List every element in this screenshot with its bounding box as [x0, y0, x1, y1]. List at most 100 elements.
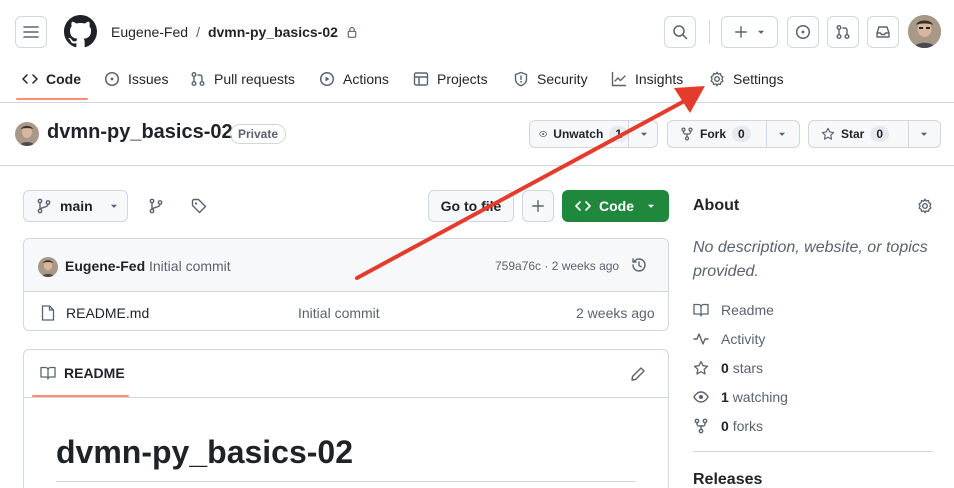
branch-icon [149, 198, 163, 214]
triangle-down-icon [647, 204, 655, 208]
about-stars-link[interactable]: 0 stars [693, 353, 933, 382]
tab-issues[interactable]: Issues [104, 59, 168, 99]
tab-projects[interactable]: Projects [413, 59, 488, 99]
about-settings-button[interactable] [917, 198, 933, 214]
title-bottom-border [0, 165, 954, 166]
tab-pull-requests-label: Pull requests [214, 71, 295, 87]
code-button-label: Code [599, 198, 634, 214]
tab-security[interactable]: Security [513, 59, 588, 99]
gear-icon [710, 71, 724, 87]
breadcrumb-repo[interactable]: dvmn-py_basics-02 [208, 24, 338, 40]
unwatch-button[interactable]: Unwatch 1 [529, 120, 658, 148]
about-watching-link[interactable]: 1 watching [693, 382, 933, 411]
commit-hash-time[interactable]: 759a76c · 2 weeks ago [495, 259, 619, 273]
commit-author-avatar[interactable] [38, 257, 58, 277]
repo-owner-avatar[interactable] [15, 122, 39, 146]
tab-projects-label: Projects [437, 71, 488, 87]
plus-icon [532, 200, 544, 212]
repo-title[interactable]: dvmn-py_basics-02 [47, 121, 233, 144]
pulse-icon [693, 332, 709, 345]
plus-icon [734, 26, 747, 38]
search-button[interactable] [664, 16, 696, 48]
commit-history-button[interactable] [631, 257, 647, 273]
code-icon [575, 201, 591, 211]
about-list: Readme Activity 0 stars 1 watching 0 for… [693, 295, 933, 440]
tab-pull-requests[interactable]: Pull requests [190, 59, 295, 99]
tab-code-underline [16, 98, 88, 100]
readme-header-border [24, 397, 668, 398]
forks-label: forks [732, 417, 764, 434]
about-activity-link[interactable]: Activity [693, 324, 933, 353]
readme-tab-label: README [64, 365, 125, 381]
breadcrumb-owner[interactable]: Eugene-Fed [111, 24, 188, 40]
tag-icon [191, 198, 207, 214]
code-dropdown-button[interactable]: Code [562, 190, 669, 222]
user-avatar[interactable] [908, 15, 941, 48]
branch-name: main [60, 198, 93, 214]
tab-settings[interactable]: Settings [709, 59, 784, 99]
tab-insights-label: Insights [635, 71, 684, 87]
search-icon [673, 25, 688, 40]
commit-author[interactable]: Eugene-Fed [65, 258, 145, 274]
breadcrumb: Eugene-Fed / dvmn-py_basics-02 [111, 22, 358, 42]
branches-link[interactable] [148, 198, 164, 214]
fork-button[interactable]: Fork 0 [667, 120, 800, 148]
file-row[interactable]: README.md Initial commit 2 weeks ago [24, 292, 668, 330]
issues-button[interactable] [787, 16, 819, 48]
readme-tab[interactable]: README [40, 365, 125, 381]
shield-icon [514, 71, 528, 87]
fork-icon [681, 127, 693, 141]
pencil-icon [631, 367, 645, 381]
file-icon [41, 305, 55, 321]
triangle-down-icon [110, 204, 117, 208]
inbox-icon [876, 26, 890, 38]
commit-message[interactable]: Initial commit [149, 258, 231, 274]
stars-label: stars [732, 359, 764, 376]
triangle-down-icon [757, 30, 764, 34]
about-readme-link[interactable]: Readme [693, 295, 933, 324]
triangle-down-icon [920, 132, 928, 136]
edit-readme-button[interactable] [630, 366, 646, 382]
hamburger-icon [23, 26, 39, 38]
add-file-button[interactable] [522, 190, 554, 222]
file-time: 2 weeks ago [576, 305, 655, 321]
issue-icon [795, 24, 811, 40]
gear-icon [918, 198, 932, 214]
branch-selector[interactable]: main [23, 190, 128, 222]
releases-title[interactable]: Releases [693, 471, 762, 488]
file-name[interactable]: README.md [66, 305, 149, 321]
repo-tabs: Code Issues Pull requests Actions Projec… [0, 59, 954, 102]
fork-icon [694, 418, 708, 433]
about-forks-link[interactable]: 0 forks [693, 411, 933, 440]
about-description: No description, website, or topics provi… [693, 239, 928, 280]
header-divider [709, 20, 710, 44]
tab-code[interactable]: Code [22, 59, 81, 99]
github-logo[interactable] [64, 15, 97, 48]
readme-panel: README dvmn-py_basics-02 [23, 349, 669, 488]
play-icon [319, 71, 335, 87]
watching-count: 1 [721, 388, 729, 405]
inbox-button[interactable] [867, 16, 899, 48]
tags-link[interactable] [191, 198, 207, 214]
book-icon [693, 303, 709, 317]
book-icon [40, 366, 56, 380]
lock-icon [347, 26, 357, 38]
tab-code-label: Code [46, 71, 81, 87]
hamburger-menu-button[interactable] [15, 16, 47, 48]
create-new-button[interactable] [721, 16, 778, 48]
file-commit-message[interactable]: Initial commit [298, 305, 380, 321]
avatar-image [38, 257, 58, 277]
watching-label: watching [732, 388, 788, 405]
tab-settings-label: Settings [733, 71, 784, 87]
go-to-file-button[interactable]: Go to file [428, 190, 514, 222]
tab-insights[interactable]: Insights [611, 59, 683, 99]
unwatch-label: Unwatch [553, 127, 604, 141]
star-button[interactable]: Star 0 [808, 120, 941, 148]
eye-icon [693, 390, 709, 403]
code-icon [22, 74, 38, 84]
visibility-badge: Private [230, 124, 287, 144]
tab-actions-label: Actions [343, 71, 389, 87]
tab-actions[interactable]: Actions [319, 59, 389, 99]
pull-requests-button[interactable] [827, 16, 859, 48]
graph-icon [611, 71, 627, 87]
